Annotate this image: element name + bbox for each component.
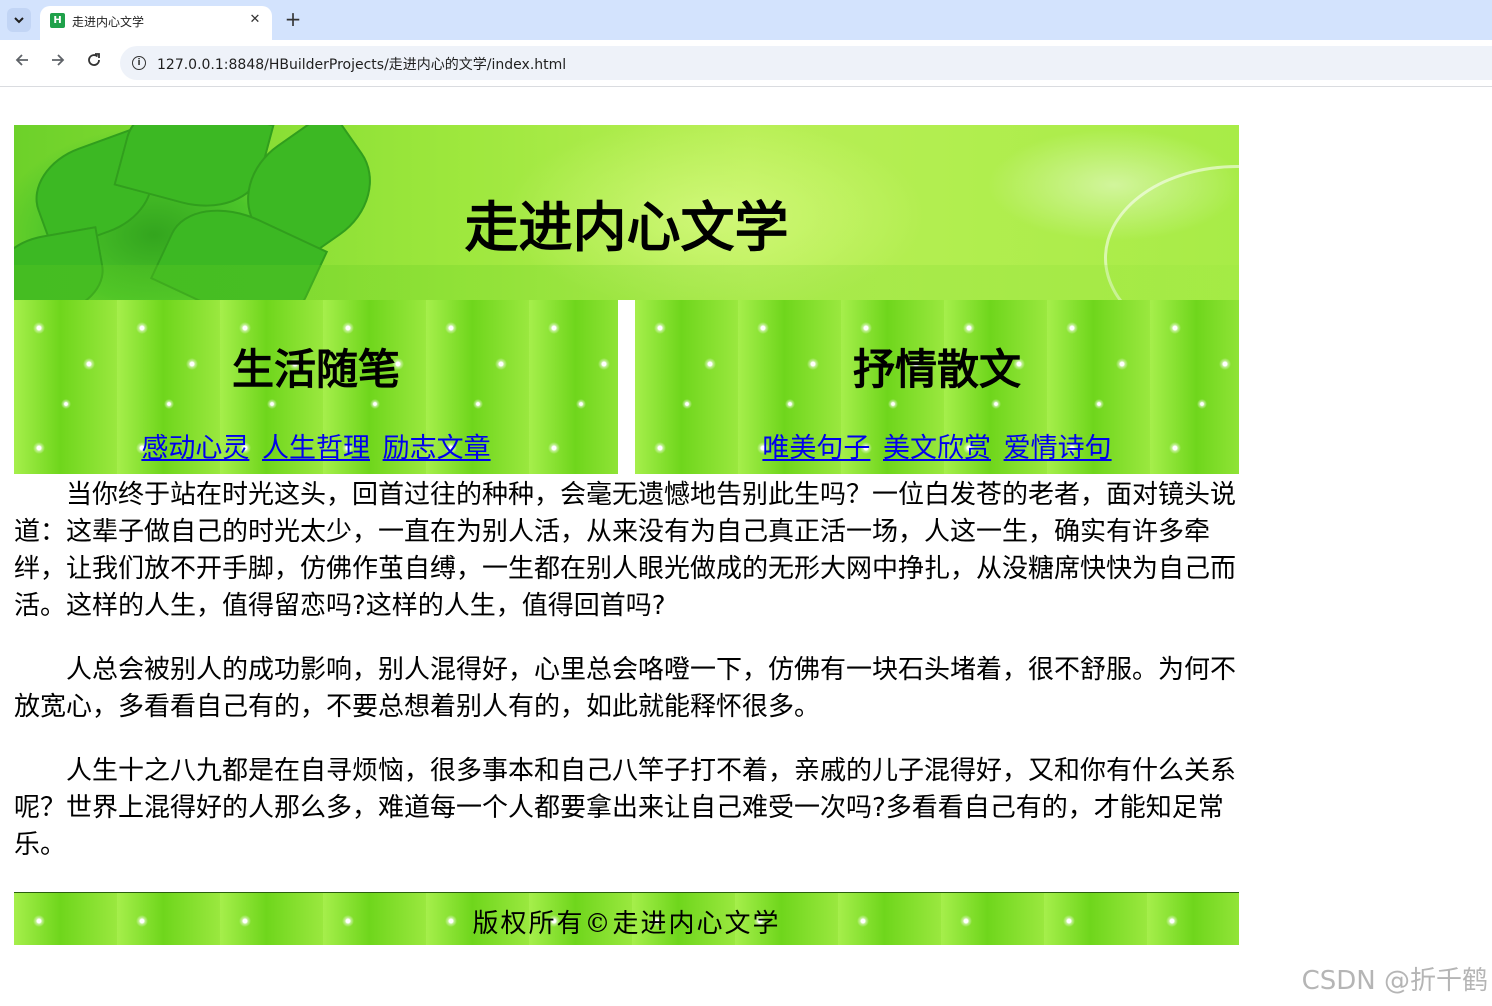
address-bar[interactable]: i 127.0.0.1:8848/HBuilderProjects/走进内心的文… <box>120 46 1492 80</box>
link-life-philosophy[interactable]: 人生哲理 <box>262 433 370 464</box>
banner-stripe <box>14 265 1239 300</box>
url-text[interactable]: 127.0.0.1:8848/HBuilderProjects/走进内心的文学/… <box>157 54 566 74</box>
link-beautiful-sentences[interactable]: 唯美句子 <box>762 433 870 464</box>
section-life-essays: 生活随笔 感动心灵 人生哲理 励志文章 <box>14 300 618 474</box>
article-paragraph: 人总会被别人的成功影响，别人混得好，心里总会咯噔一下，仿佛有一块石头堵着，很不舒… <box>14 655 1237 722</box>
csdn-watermark: CSDN @折千鹤 <box>1301 966 1488 996</box>
link-essay-appreciation[interactable]: 美文欣赏 <box>883 433 991 464</box>
article-paragraph: 人生十之八九都是在自寻烦恼，很多事本和自己八竿子打不着，亲戚的儿子混得好，又和你… <box>14 756 1237 860</box>
page-footer: 版权所有©走进内心文学 <box>14 892 1239 945</box>
back-arrow-icon <box>15 54 28 66</box>
section-links: 唯美句子 美文欣赏 爱情诗句 <box>635 426 1239 465</box>
forward-button[interactable] <box>46 51 70 75</box>
section-heading: 生活随笔 <box>231 345 400 394</box>
header-banner: 走进内心文学 <box>14 125 1239 300</box>
chevron-down-icon <box>14 16 24 23</box>
tab-title: 走进内心文学 <box>72 15 145 29</box>
article-paragraph: 当你终于站在时光这头，回首过往的种种，会毫无遗憾地告别此生吗？一位白发苍的老者，… <box>14 480 1237 621</box>
tab-search-button[interactable] <box>7 8 31 32</box>
copyright-text: 版权所有©走进内心文学 <box>472 909 781 939</box>
article-body: 当你终于站在时光这头，回首过往的种种，会毫无遗憾地告别此生吗？一位白发苍的老者，… <box>14 477 1236 891</box>
reload-button[interactable] <box>82 51 106 75</box>
info-icon[interactable]: i <box>132 56 146 70</box>
new-tab-button[interactable]: + <box>282 8 304 30</box>
section-links: 感动心灵 人生哲理 励志文章 <box>14 426 618 465</box>
back-button[interactable] <box>10 51 34 75</box>
site-title: 走进内心文学 <box>464 196 789 259</box>
forward-arrow-icon <box>52 54 65 66</box>
hbuilder-favicon-icon: H <box>50 13 65 28</box>
section-lyrical-prose: 抒情散文 唯美句子 美文欣赏 爱情诗句 <box>635 300 1239 474</box>
link-inspirational-articles[interactable]: 励志文章 <box>383 433 491 464</box>
link-love-poems[interactable]: 爱情诗句 <box>1004 433 1112 464</box>
close-tab-icon[interactable]: ✕ <box>246 11 264 29</box>
reload-icon <box>88 53 100 66</box>
section-heading: 抒情散文 <box>852 345 1021 394</box>
link-touching-soul[interactable]: 感动心灵 <box>141 433 249 464</box>
browser-toolbar: i 127.0.0.1:8848/HBuilderProjects/走进内心的文… <box>0 40 1492 87</box>
active-tab[interactable]: H 走进内心文学 ✕ <box>40 6 272 40</box>
browser-tabstrip: H 走进内心文学 ✕ + <box>0 0 1492 40</box>
